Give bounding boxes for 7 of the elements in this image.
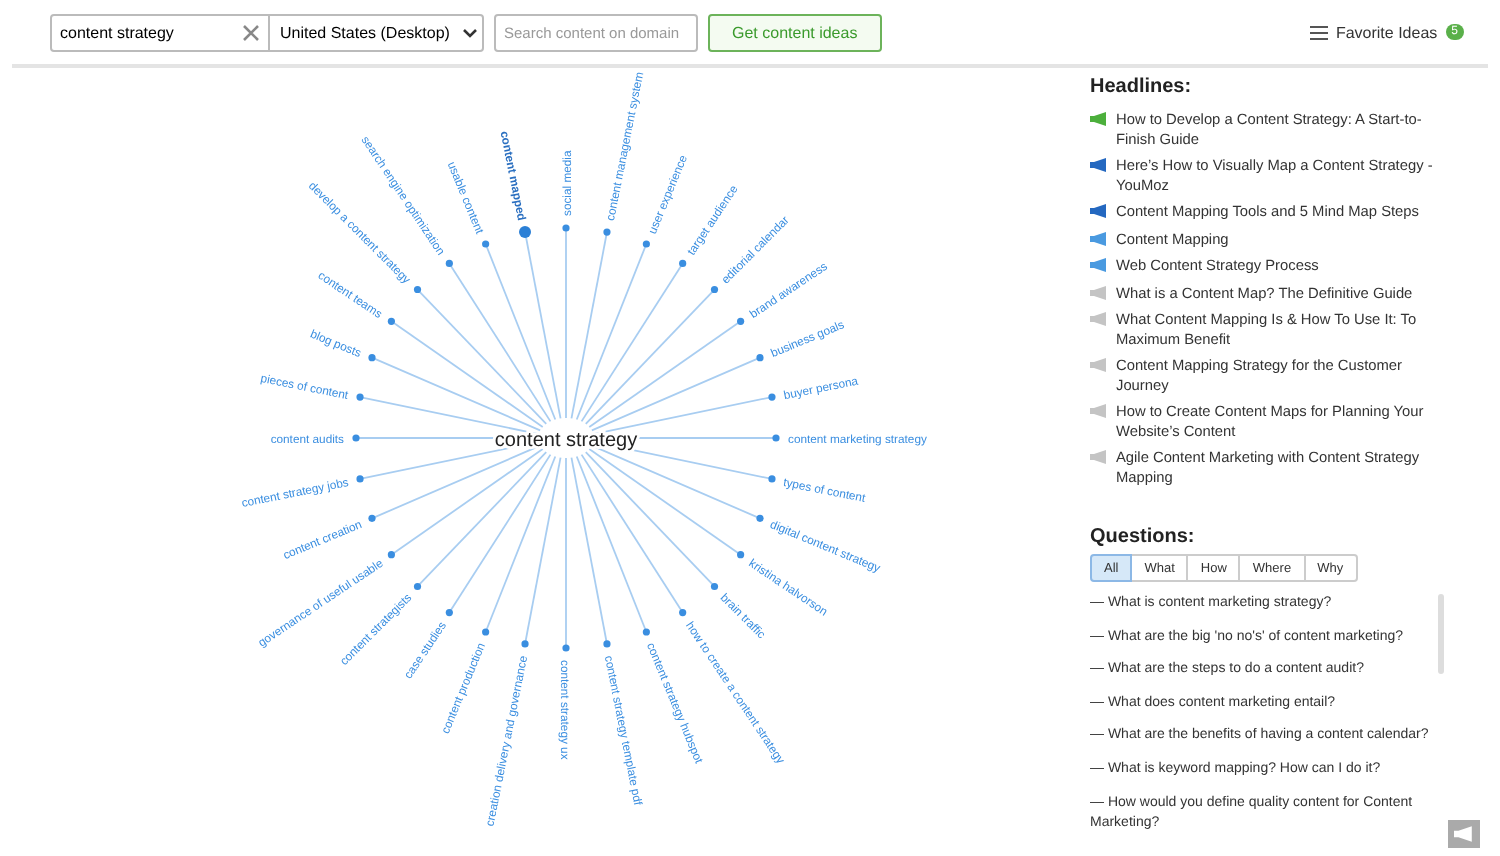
location-select[interactable]: United States (Desktop) (270, 13, 484, 51)
search-value: content strategy (60, 23, 174, 41)
get-ideas-button[interactable]: Get content ideas (708, 13, 882, 51)
search-field[interactable]: content strategy (50, 13, 270, 51)
center-keyword: content strategy (494, 430, 638, 452)
headlines-title: Headlines: (1090, 76, 1194, 98)
questions-title: Questions: (1090, 526, 1197, 548)
